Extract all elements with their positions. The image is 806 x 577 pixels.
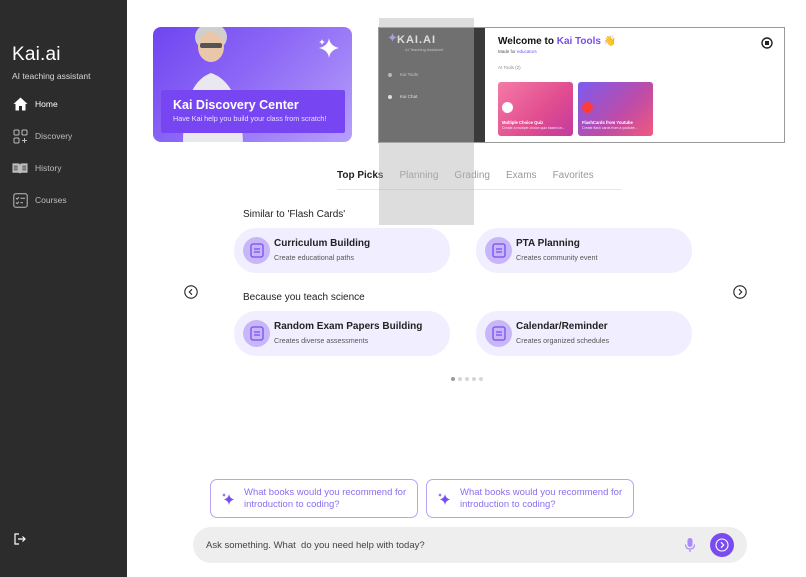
sidebar-item-label: History bbox=[35, 163, 62, 173]
preview-made-for: Made for educators bbox=[498, 49, 537, 54]
preview-card-flashcards: FlashCards from Youtube Create flash car… bbox=[578, 82, 653, 136]
preview-logo-subtitle: AI Teaching Assistant bbox=[405, 47, 443, 52]
carousel-pagination bbox=[451, 377, 486, 381]
tab-grading[interactable]: Grading bbox=[454, 168, 490, 184]
quiz-icon bbox=[502, 102, 513, 113]
send-arrow-icon bbox=[715, 538, 729, 552]
preview-logo: KAI.AI bbox=[397, 34, 436, 46]
send-button[interactable] bbox=[710, 533, 734, 557]
tab-exams[interactable]: Exams bbox=[506, 168, 537, 184]
preview-card-quiz: Multiple Choice Quiz Create a multiple c… bbox=[498, 82, 573, 136]
logout-icon[interactable] bbox=[13, 532, 27, 546]
sidebar-item-history[interactable]: History bbox=[12, 159, 61, 177]
tools-icon bbox=[388, 72, 392, 77]
tab-planning[interactable]: Planning bbox=[400, 168, 439, 184]
preview-tools-count: AI Tools (2) bbox=[498, 65, 521, 70]
chat-input-bar bbox=[193, 527, 747, 563]
banner-caption: Kai Discovery Center Have Kai help you b… bbox=[161, 90, 345, 133]
category-tabs: Top Picks Planning Grading Exams Favorit… bbox=[337, 168, 621, 190]
tab-top-picks[interactable]: Top Picks bbox=[337, 168, 384, 184]
sidebar-item-label: Home bbox=[35, 99, 58, 109]
chat-input[interactable] bbox=[206, 536, 666, 554]
preview-nav-item: Kai Chat bbox=[388, 94, 417, 99]
notebook-icon bbox=[243, 320, 270, 347]
sidebar-item-label: Courses bbox=[35, 195, 67, 205]
discovery-banner[interactable]: Kai Discovery Center Have Kai help you b… bbox=[153, 27, 352, 142]
tool-card-curriculum-building[interactable]: Curriculum Building Create educational p… bbox=[234, 228, 450, 273]
preview-title: Welcome to Kai Tools 👋 bbox=[498, 36, 617, 47]
pagination-dot[interactable] bbox=[451, 377, 455, 381]
pagination-dot[interactable] bbox=[458, 377, 462, 381]
app-root: Kai.ai AI teaching assistant Home Discov… bbox=[0, 0, 806, 577]
pagination-dot[interactable] bbox=[479, 377, 483, 381]
tool-card-calendar-reminder[interactable]: Calendar/Reminder Creates organized sche… bbox=[476, 311, 692, 356]
book-icon bbox=[12, 160, 28, 176]
microphone-icon[interactable] bbox=[684, 537, 696, 553]
youtube-icon bbox=[582, 102, 593, 113]
pagination-dot[interactable] bbox=[472, 377, 476, 381]
stop-icon bbox=[761, 37, 773, 49]
section-title: Because you teach science bbox=[243, 292, 365, 303]
notebook-icon bbox=[243, 237, 270, 264]
preview-nav-item: Kai Tools bbox=[388, 72, 418, 77]
pagination-dot[interactable] bbox=[465, 377, 469, 381]
sidebar-item-courses[interactable]: Courses bbox=[12, 191, 67, 209]
brand-name: Kai.ai bbox=[12, 44, 61, 65]
suggestion-chip[interactable]: What books would you recommend for intro… bbox=[210, 479, 418, 518]
sidebar-item-discovery[interactable]: Discovery bbox=[12, 127, 72, 145]
tool-card-random-exam-papers[interactable]: Random Exam Papers Building Creates dive… bbox=[234, 311, 450, 356]
chat-icon bbox=[388, 94, 392, 99]
brand-subtitle: AI teaching assistant bbox=[12, 71, 91, 81]
sparkle-icon bbox=[438, 493, 450, 505]
sparkle-icon bbox=[319, 38, 339, 58]
sidebar: Kai.ai AI teaching assistant Home Discov… bbox=[0, 0, 127, 577]
suggestion-chip[interactable]: What books would you recommend for intro… bbox=[426, 479, 634, 518]
sparkle-icon bbox=[222, 493, 234, 505]
notebook-icon bbox=[485, 320, 512, 347]
banner-title: Kai Discovery Center bbox=[173, 98, 299, 112]
tab-favorites[interactable]: Favorites bbox=[553, 168, 594, 184]
kai-tools-preview[interactable]: KAI.AI AI Teaching Assistant Kai Tools K… bbox=[378, 27, 785, 143]
grid-icon bbox=[12, 128, 28, 144]
checklist-icon bbox=[12, 192, 28, 208]
preview-sidebar: KAI.AI AI Teaching Assistant Kai Tools K… bbox=[379, 28, 485, 142]
tool-card-pta-planning[interactable]: PTA Planning Creates community event bbox=[476, 228, 692, 273]
carousel-prev-button[interactable] bbox=[184, 285, 198, 299]
home-icon bbox=[12, 96, 28, 112]
sidebar-item-home[interactable]: Home bbox=[12, 95, 58, 113]
banner-subtitle: Have Kai help you build your class from … bbox=[173, 114, 327, 123]
notebook-icon bbox=[485, 237, 512, 264]
sidebar-item-label: Discovery bbox=[35, 131, 73, 141]
carousel-next-button[interactable] bbox=[733, 285, 747, 299]
sparkle-icon bbox=[388, 33, 397, 42]
section-title: Similar to 'Flash Cards' bbox=[243, 209, 346, 220]
